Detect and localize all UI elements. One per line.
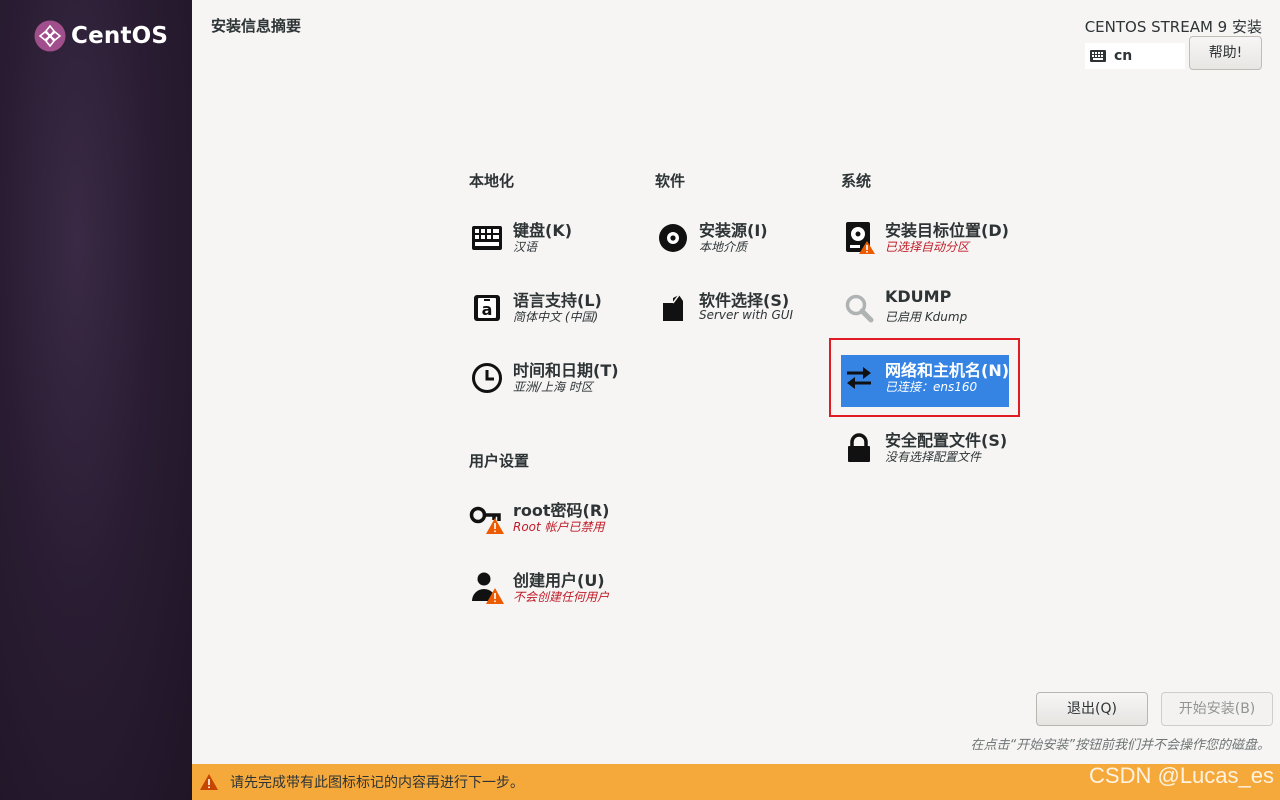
spoke-keyboard[interactable]: 键盘(K) 汉语 bbox=[469, 215, 647, 263]
quit-button[interactable]: 退出(Q) bbox=[1036, 692, 1148, 726]
harddisk-warning-icon bbox=[841, 220, 877, 256]
spoke-title: KDUMP bbox=[885, 287, 952, 306]
spoke-installation-destination[interactable]: 安装目标位置(D) 已选择自动分区 bbox=[841, 215, 1019, 263]
package-icon bbox=[655, 290, 691, 326]
spoke-create-user[interactable]: 创建用户(U) 不会创建任何用户 bbox=[469, 565, 647, 613]
page-title: 安装信息摘要 bbox=[211, 17, 302, 35]
svg-text:a: a bbox=[482, 300, 493, 319]
spoke-status: Server with GUI bbox=[699, 308, 794, 322]
section-heading-localization: 本地化 bbox=[469, 172, 515, 190]
language-icon: a bbox=[469, 290, 505, 326]
disk-hint-text: 在点击“开始安装”按钮前我们并不会操作您的磁盘。 bbox=[970, 738, 1270, 753]
spoke-status: 简体中文 (中国) bbox=[513, 310, 599, 324]
section-heading-system: 系统 bbox=[841, 172, 872, 190]
keyboard-icon bbox=[1090, 50, 1106, 62]
clock-icon bbox=[469, 360, 505, 396]
spoke-status: 亚洲/上海 时区 bbox=[513, 380, 593, 394]
keyboard-icon bbox=[469, 220, 505, 256]
product-title: CENTOS STREAM 9 安装 bbox=[1084, 18, 1262, 36]
keyboard-layout-label: cn bbox=[1114, 48, 1133, 64]
sidebar: CentOS bbox=[0, 0, 192, 800]
spoke-root-password[interactable]: root密码(R) Root 帐户已禁用 bbox=[469, 495, 647, 543]
magnifier-icon bbox=[841, 290, 877, 326]
warning-icon bbox=[200, 774, 218, 790]
centos-logo: CentOS bbox=[34, 20, 168, 52]
spoke-kdump[interactable]: KDUMP 已启用 Kdump bbox=[841, 285, 1019, 333]
help-button[interactable]: 帮助! bbox=[1189, 36, 1262, 70]
section-heading-software: 软件 bbox=[655, 172, 686, 190]
spoke-status: 不会创建任何用户 bbox=[513, 590, 610, 604]
spoke-security-profile[interactable]: 安全配置文件(S) 没有选择配置文件 bbox=[841, 425, 1019, 473]
centos-logo-icon bbox=[34, 20, 66, 52]
spoke-language[interactable]: a 语言支持(L) 简体中文 (中国) bbox=[469, 285, 647, 333]
logo-text: CentOS bbox=[71, 23, 169, 49]
lock-icon bbox=[841, 430, 877, 466]
keyboard-layout-indicator[interactable]: cn bbox=[1085, 43, 1185, 69]
annotation-highlight-box bbox=[829, 338, 1020, 417]
spoke-status: 本地介质 bbox=[699, 240, 748, 254]
spoke-status: 已选择自动分区 bbox=[885, 240, 970, 254]
spoke-status: 汉语 bbox=[513, 240, 538, 254]
spoke-status: Root 帐户已禁用 bbox=[513, 520, 605, 534]
spoke-software-selection[interactable]: 软件选择(S) Server with GUI bbox=[655, 285, 833, 333]
spoke-status: 已启用 Kdump bbox=[885, 310, 968, 324]
user-warning-icon bbox=[469, 570, 505, 606]
warning-text: 请先完成带有此图标标记的内容再进行下一步。 bbox=[230, 775, 524, 791]
spoke-time-date[interactable]: 时间和日期(T) 亚洲/上海 时区 bbox=[469, 355, 647, 403]
section-heading-user-settings: 用户设置 bbox=[469, 452, 530, 470]
begin-installation-button[interactable]: 开始安装(B) bbox=[1161, 692, 1273, 726]
disc-icon bbox=[655, 220, 691, 256]
spoke-installation-source[interactable]: 安装源(I) 本地介质 bbox=[655, 215, 833, 263]
key-warning-icon bbox=[469, 500, 505, 536]
spoke-status: 没有选择配置文件 bbox=[885, 450, 982, 464]
watermark-text: CSDN @Lucas_es bbox=[1089, 763, 1274, 788]
